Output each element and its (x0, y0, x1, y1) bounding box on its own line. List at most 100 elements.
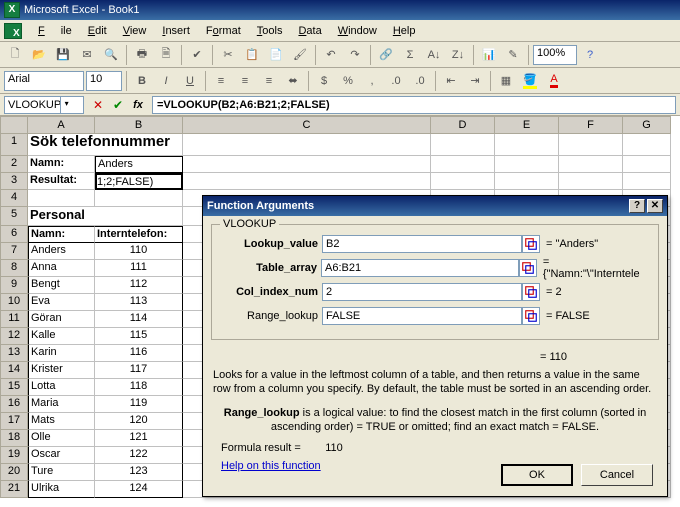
cell[interactable]: 117 (95, 362, 183, 379)
sort-asc-icon[interactable]: A↓ (423, 44, 445, 66)
cell[interactable]: Karin (28, 345, 95, 362)
cancel-button[interactable]: Cancel (581, 464, 653, 486)
spell-icon[interactable]: ✔ (186, 44, 208, 66)
new-icon[interactable]: 🗋 (4, 44, 26, 66)
col-head-b[interactable]: B (95, 116, 183, 134)
row-head[interactable]: 10 (0, 294, 28, 311)
help-icon[interactable]: ? (579, 44, 601, 66)
print-icon[interactable]: 🖶 (131, 44, 153, 66)
cell[interactable] (623, 173, 671, 190)
cell[interactable] (183, 156, 431, 173)
cell[interactable]: Personal (28, 207, 183, 226)
redo-icon[interactable]: ↷ (344, 44, 366, 66)
save-icon[interactable]: 💾 (52, 44, 74, 66)
menu-insert[interactable]: Insert (154, 22, 198, 40)
range-select-icon[interactable] (522, 283, 540, 301)
dialog-help-icon[interactable]: ? (629, 199, 645, 213)
dialog-close-icon[interactable]: ✕ (647, 199, 663, 213)
cell[interactable]: 111 (95, 260, 183, 277)
increase-decimal-icon[interactable]: .0 (385, 70, 407, 92)
row-head[interactable]: 1 (0, 134, 28, 156)
merge-icon[interactable]: ⬌ (282, 70, 304, 92)
cell[interactable]: Anders (95, 156, 183, 173)
search-icon[interactable]: 🔍 (100, 44, 122, 66)
cell[interactable] (495, 173, 559, 190)
cell[interactable]: 122 (95, 447, 183, 464)
cell[interactable]: 124 (95, 481, 183, 498)
copy-icon[interactable]: 📋 (241, 44, 263, 66)
cell[interactable] (183, 173, 431, 190)
italic-icon[interactable]: I (155, 70, 177, 92)
align-center-icon[interactable]: ≡ (234, 70, 256, 92)
cell[interactable] (28, 190, 95, 207)
cell[interactable]: Lotta (28, 379, 95, 396)
decrease-indent-icon[interactable]: ⇤ (440, 70, 462, 92)
col-head-d[interactable]: D (431, 116, 495, 134)
col-head-f[interactable]: F (559, 116, 623, 134)
col-head-e[interactable]: E (495, 116, 559, 134)
ok-button[interactable]: OK (501, 464, 573, 486)
cell[interactable]: Krister (28, 362, 95, 379)
cell[interactable] (495, 134, 559, 156)
cell[interactable]: Anna (28, 260, 95, 277)
bold-icon[interactable]: B (131, 70, 153, 92)
sort-desc-icon[interactable]: Z↓ (447, 44, 469, 66)
menu-tools[interactable]: Tools (249, 22, 291, 40)
align-right-icon[interactable]: ≡ (258, 70, 280, 92)
menu-file[interactable]: File (30, 22, 80, 40)
font-color-icon[interactable]: A (543, 70, 565, 92)
increase-indent-icon[interactable]: ⇥ (464, 70, 486, 92)
cell[interactable]: Oscar (28, 447, 95, 464)
row-head[interactable]: 21 (0, 481, 28, 498)
row-head[interactable]: 17 (0, 413, 28, 430)
cell[interactable]: 121 (95, 430, 183, 447)
cell[interactable]: 123 (95, 464, 183, 481)
row-head[interactable]: 4 (0, 190, 28, 207)
menu-data[interactable]: Data (290, 22, 329, 40)
dialog-titlebar[interactable]: Function Arguments ? ✕ (203, 196, 667, 216)
underline-icon[interactable]: U (179, 70, 201, 92)
row-head[interactable]: 3 (0, 173, 28, 190)
range-select-icon[interactable] (522, 235, 540, 253)
cut-icon[interactable]: ✂ (217, 44, 239, 66)
cell[interactable]: Eva (28, 294, 95, 311)
align-left-icon[interactable]: ≡ (210, 70, 232, 92)
cell[interactable]: Bengt (28, 277, 95, 294)
cell[interactable]: 113 (95, 294, 183, 311)
cell[interactable]: Namn: (28, 156, 95, 173)
cell[interactable] (559, 173, 623, 190)
currency-icon[interactable]: $ (313, 70, 335, 92)
cell[interactable]: Ulrika (28, 481, 95, 498)
cell[interactable]: Sök telefonnummer (28, 134, 183, 156)
row-head[interactable]: 9 (0, 277, 28, 294)
menu-edit[interactable]: Edit (80, 22, 115, 40)
autosum-icon[interactable]: Σ (399, 44, 421, 66)
chart-icon[interactable]: 📊 (478, 44, 500, 66)
cell[interactable] (95, 190, 183, 207)
cell[interactable]: 119 (95, 396, 183, 413)
row-head[interactable]: 18 (0, 430, 28, 447)
col-head-c[interactable]: C (183, 116, 431, 134)
font-size-box[interactable]: 10 (86, 71, 122, 91)
active-cell[interactable]: 1;2;FALSE) (95, 173, 183, 190)
cell[interactable]: 116 (95, 345, 183, 362)
undo-icon[interactable]: ↶ (320, 44, 342, 66)
cell[interactable]: Resultat: (28, 173, 95, 190)
cell[interactable] (431, 156, 495, 173)
name-box[interactable]: VLOOKUP▾ (4, 96, 84, 114)
row-head[interactable]: 14 (0, 362, 28, 379)
cell[interactable] (559, 156, 623, 173)
percent-icon[interactable]: % (337, 70, 359, 92)
cell[interactable]: Interntelefon: (95, 226, 183, 243)
range-select-icon[interactable] (519, 259, 537, 277)
arg-input-lookup_value[interactable] (322, 235, 522, 253)
cell[interactable] (623, 156, 671, 173)
row-head[interactable]: 7 (0, 243, 28, 260)
cell[interactable]: 120 (95, 413, 183, 430)
cell[interactable] (183, 134, 431, 156)
fx-icon[interactable]: fx (130, 97, 146, 113)
cell[interactable] (623, 134, 671, 156)
range-select-icon[interactable] (522, 307, 540, 325)
mail-icon[interactable]: ✉ (76, 44, 98, 66)
cell[interactable]: Maria (28, 396, 95, 413)
